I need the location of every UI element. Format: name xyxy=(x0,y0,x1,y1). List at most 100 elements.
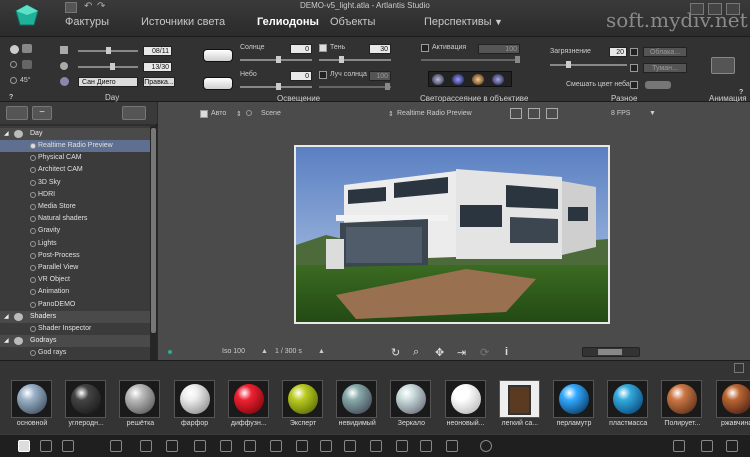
split-view-icon[interactable] xyxy=(528,108,540,119)
perspectives-dropdown-icon[interactable]: ▼ xyxy=(494,17,503,27)
sun-intensity-slider[interactable] xyxy=(240,56,312,63)
lens-preset-3-icon[interactable] xyxy=(472,74,484,85)
catalog-view-icon[interactable] xyxy=(673,440,685,452)
lens-preset-4-icon[interactable] xyxy=(492,74,504,85)
walk-icon[interactable]: ⇥ xyxy=(457,346,466,359)
tree-item[interactable]: Physical CAM xyxy=(0,152,150,164)
shadow-checkbox[interactable] xyxy=(319,44,327,52)
tree-item-radio[interactable] xyxy=(30,191,36,198)
add-heliodon-button[interactable] xyxy=(6,106,28,120)
sunray-checkbox[interactable] xyxy=(319,71,327,79)
quad-view-icon[interactable] xyxy=(546,108,558,119)
sun-intensity-field[interactable]: 0 xyxy=(290,44,312,54)
iso-value[interactable]: Iso 100 xyxy=(222,348,245,355)
date-field[interactable]: 08/11 xyxy=(143,46,172,56)
lens-slider[interactable] xyxy=(421,56,520,63)
lens-preset-1-icon[interactable] xyxy=(432,74,444,85)
brush-category-icon[interactable] xyxy=(40,440,52,452)
tab-heliodons[interactable]: Гелиодоны xyxy=(257,16,319,28)
tab-objects[interactable]: Объекты xyxy=(330,16,375,28)
tree-item-radio[interactable] xyxy=(30,228,36,235)
shader-thumbnail[interactable] xyxy=(390,380,432,418)
shader-thumbnail[interactable] xyxy=(119,380,161,418)
tree-item[interactable]: 3D Sky xyxy=(0,177,150,189)
shader-thumbnail[interactable] xyxy=(498,380,540,418)
cart-icon[interactable] xyxy=(701,440,713,452)
preview-eye-icon[interactable] xyxy=(122,106,146,120)
mix-sky-color-swatch[interactable] xyxy=(645,81,671,89)
shader-thumbnail[interactable] xyxy=(444,380,486,418)
tree-item-radio[interactable] xyxy=(30,155,36,162)
shader-thumbnail[interactable] xyxy=(607,380,649,418)
plant-category-icon[interactable] xyxy=(370,440,382,452)
tools-icon[interactable] xyxy=(726,440,738,452)
single-view-icon[interactable] xyxy=(510,108,522,119)
kitchen-category-icon[interactable] xyxy=(194,440,206,452)
remove-heliodon-button[interactable]: − xyxy=(32,106,52,120)
shutter-value[interactable]: 1 / 300 s xyxy=(275,348,302,355)
tree-item[interactable]: Architect CAM xyxy=(0,164,150,176)
zoom-icon[interactable]: ⌕ xyxy=(413,346,419,359)
fog-checkbox[interactable] xyxy=(630,64,638,72)
tree-group-shaders[interactable]: ◢ Shaders xyxy=(0,310,150,323)
tree-item-radio[interactable] xyxy=(30,143,36,149)
tree-item-radio[interactable] xyxy=(30,325,36,332)
pan-icon[interactable]: ✥ xyxy=(435,346,444,359)
shader-thumbnail[interactable] xyxy=(65,380,107,418)
tree-item[interactable]: Animation xyxy=(0,286,150,298)
iso-up-icon[interactable]: ▲ xyxy=(261,348,268,355)
maximize-icon[interactable] xyxy=(708,3,722,15)
time-slider[interactable] xyxy=(78,63,138,70)
rotate-icon[interactable]: ↻ xyxy=(391,346,400,359)
info-icon[interactable]: i xyxy=(505,346,508,358)
shadow-slider[interactable] xyxy=(319,56,391,63)
fog-button[interactable]: Туман... xyxy=(643,63,687,73)
list-scrollbar-thumb[interactable] xyxy=(151,128,156,333)
render-preview[interactable] xyxy=(294,145,610,324)
tree-item-radio[interactable] xyxy=(30,240,36,247)
tree-item[interactable]: HDRI xyxy=(0,189,150,201)
lamp-category-icon[interactable] xyxy=(344,440,356,452)
shutter-up-icon[interactable]: ▲ xyxy=(318,348,325,355)
image-category-icon[interactable] xyxy=(396,440,408,452)
auto-checkbox[interactable] xyxy=(200,110,208,118)
tree-item-radio[interactable] xyxy=(30,277,36,284)
clouds-checkbox[interactable] xyxy=(630,48,638,56)
tree-group-godrays[interactable]: ◢ Godrays xyxy=(0,335,150,347)
preview-mode-stepper-icon[interactable]: ⇕ xyxy=(388,110,394,118)
sun-position-radio[interactable] xyxy=(10,45,19,54)
date-slider[interactable] xyxy=(78,47,138,54)
catalog-toggle-icon[interactable] xyxy=(734,363,744,373)
sunray-field[interactable]: 100 xyxy=(369,71,391,81)
tree-item[interactable]: Shader Inspector xyxy=(0,323,150,335)
shader-thumbnail[interactable] xyxy=(336,380,378,418)
sofa-category-icon[interactable] xyxy=(110,440,122,452)
day-help-icon[interactable]: ? xyxy=(9,94,13,101)
tree-item-radio[interactable] xyxy=(30,265,36,271)
landscape-category-icon[interactable] xyxy=(62,440,74,452)
shader-thumbnail[interactable] xyxy=(282,380,323,418)
shader-thumbnail[interactable] xyxy=(553,380,594,418)
expand-icon[interactable]: ◢ xyxy=(4,335,9,347)
table-category-icon[interactable] xyxy=(220,440,232,452)
tree-item-radio[interactable] xyxy=(30,289,36,296)
sunray-slider[interactable] xyxy=(319,83,391,90)
undo-icon[interactable]: ↶ xyxy=(84,1,92,12)
sun-color-swatch[interactable] xyxy=(203,49,233,62)
lens-preset-2-icon[interactable] xyxy=(452,74,464,85)
fps-select[interactable]: 8 FPS xyxy=(611,110,630,117)
car-category-icon[interactable] xyxy=(270,440,282,452)
shader-thumbnail[interactable] xyxy=(173,380,215,418)
tree-item[interactable]: Lights xyxy=(0,238,150,250)
sky-intensity-slider[interactable] xyxy=(240,83,312,90)
tab-light-sources[interactable]: Источники света xyxy=(141,16,225,28)
expand-icon[interactable]: ◢ xyxy=(4,128,9,140)
tree-item[interactable]: VR Object xyxy=(0,274,150,286)
time-field[interactable]: 13/30 xyxy=(143,62,172,72)
fps-dropdown-icon[interactable]: ▼ xyxy=(649,110,656,117)
tree-item-radio[interactable] xyxy=(30,301,36,308)
scene-stepper-icon[interactable]: ⇕ xyxy=(236,110,242,118)
pollution-slider[interactable] xyxy=(550,61,627,68)
lens-flare-presets[interactable] xyxy=(428,71,512,87)
shader-thumbnail[interactable] xyxy=(715,380,750,418)
